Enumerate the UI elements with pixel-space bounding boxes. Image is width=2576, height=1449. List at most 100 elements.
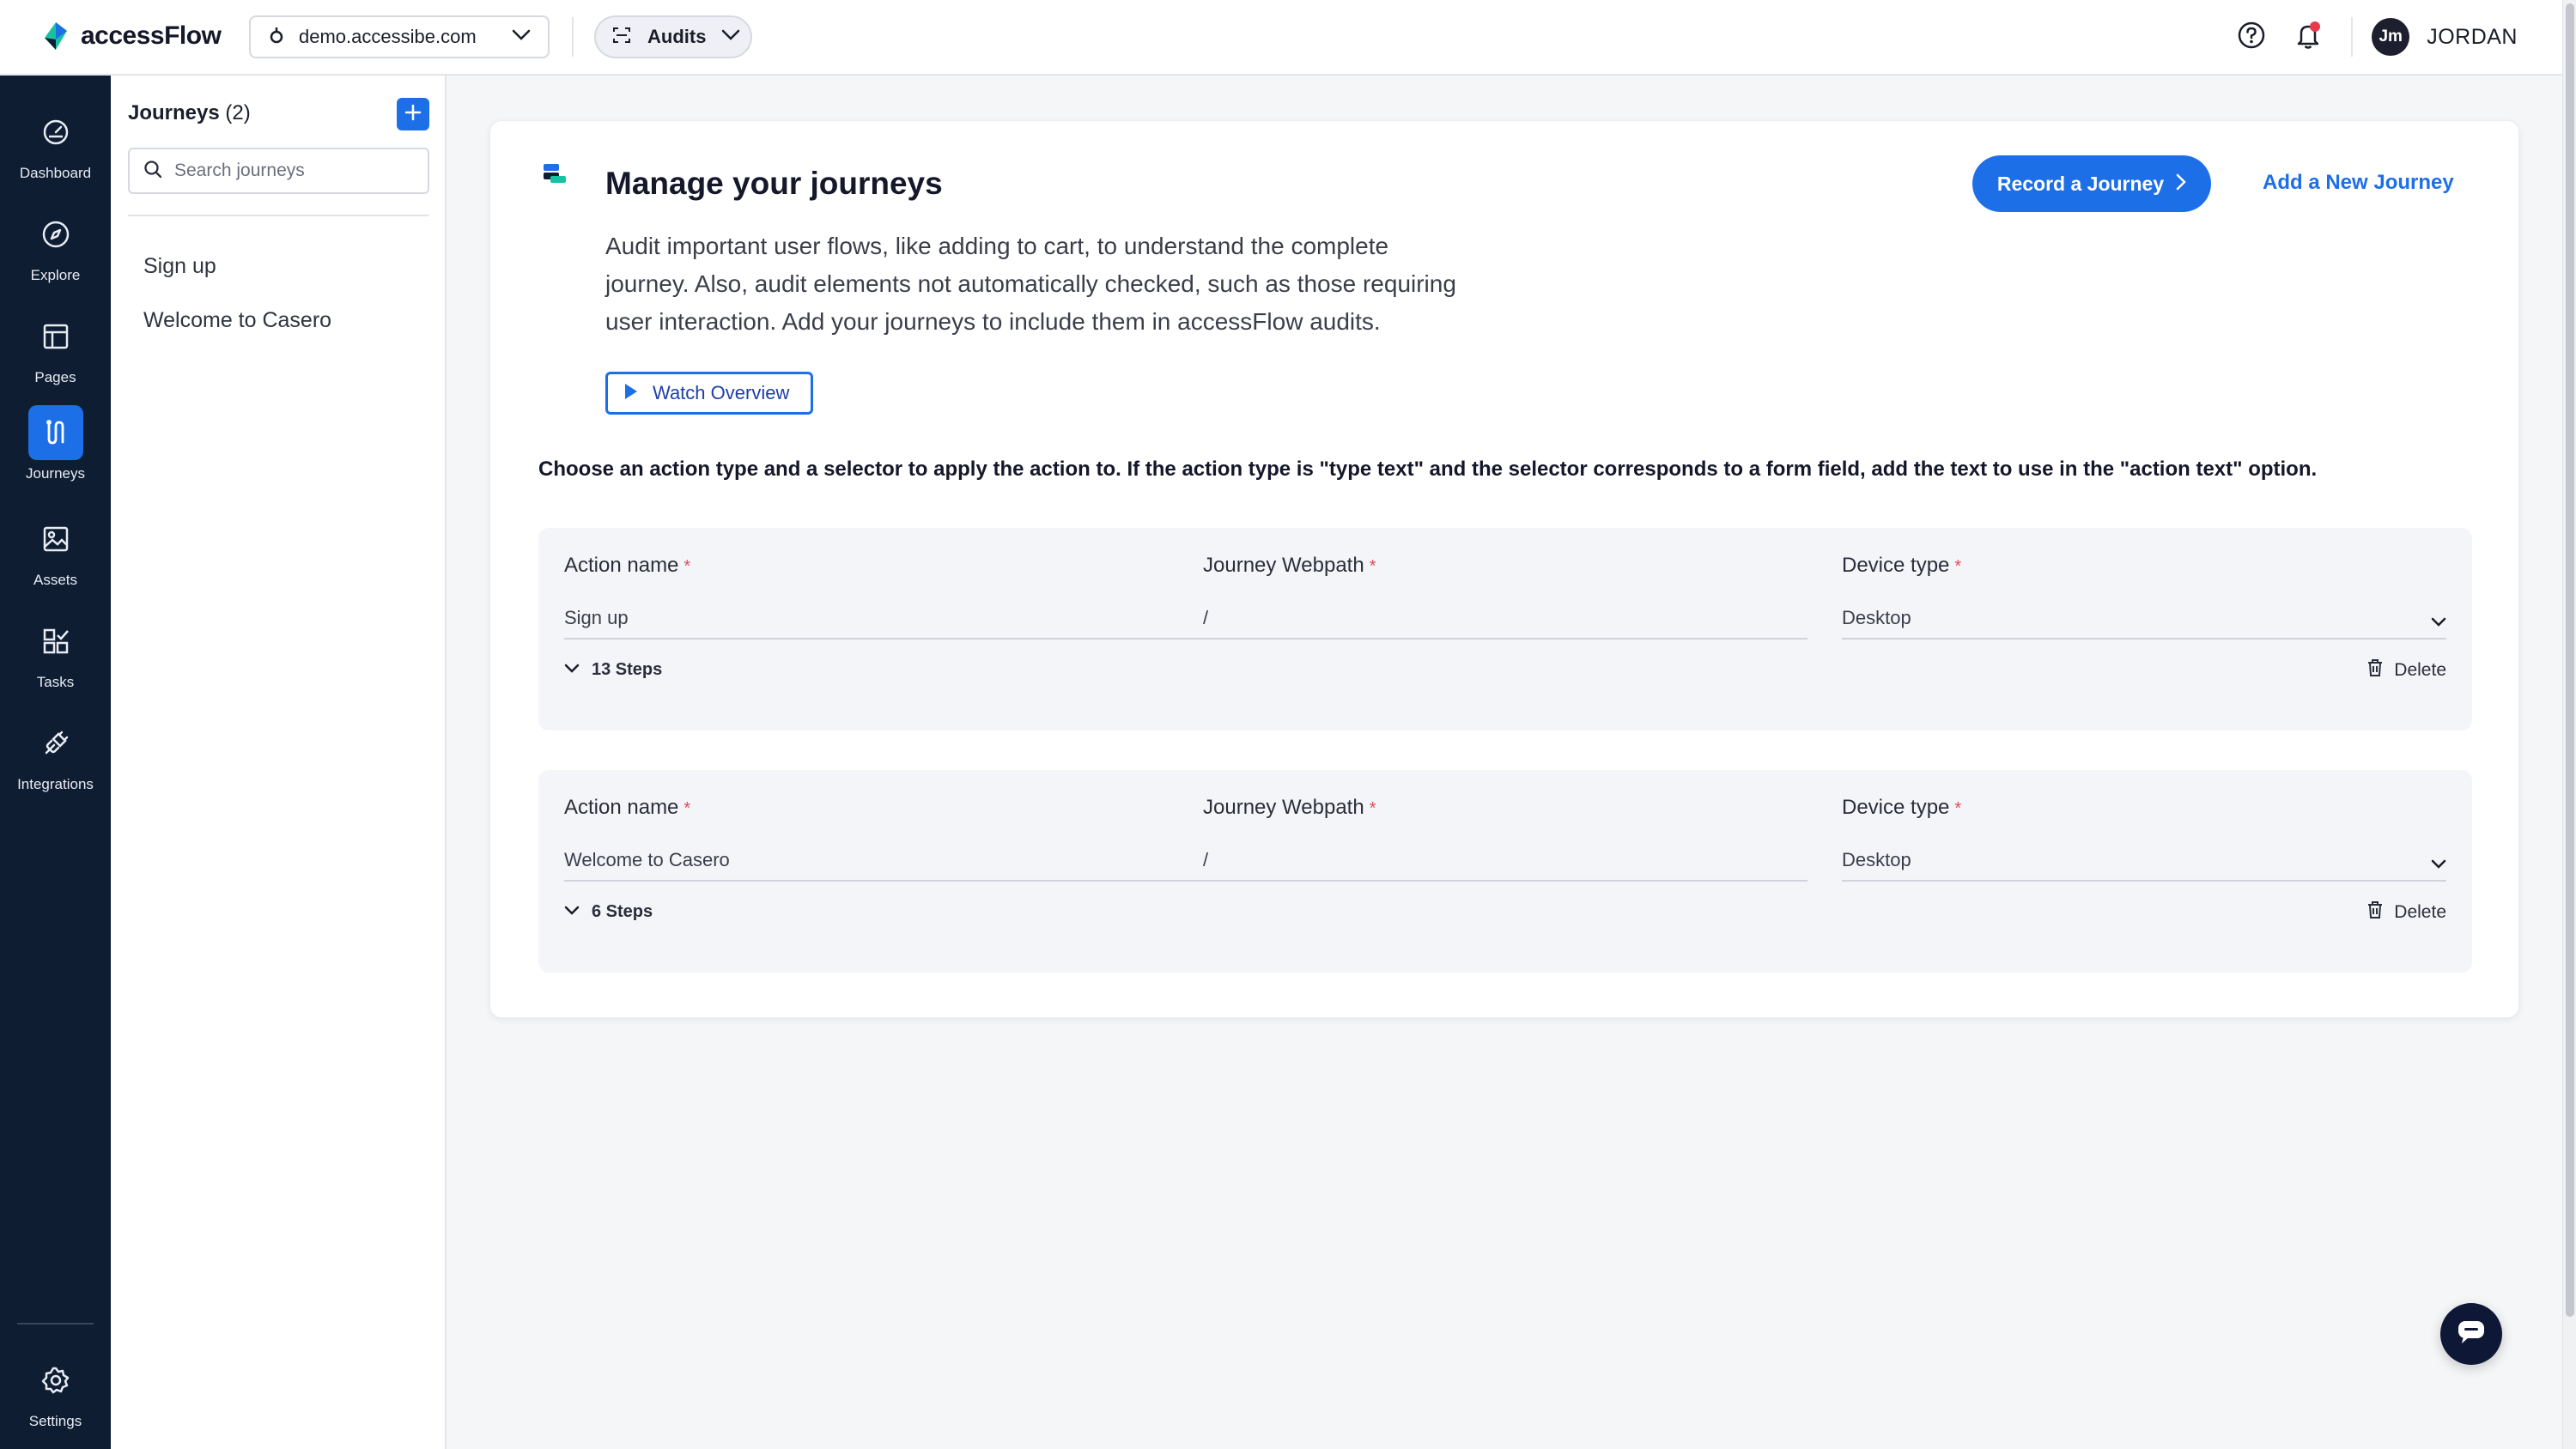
journey-count: (2)	[225, 101, 251, 124]
accessflow-logo-icon	[41, 21, 70, 52]
chevron-down-icon	[564, 663, 580, 678]
main-nav: Dashboard Explore Pages Journeys Assets …	[0, 76, 111, 1449]
field-label: Journey Webpath	[1203, 796, 1364, 819]
required-mark: *	[1369, 557, 1376, 576]
scan-icon	[611, 25, 632, 50]
action-name-input[interactable]: Welcome to Casero	[564, 840, 1203, 882]
gear-icon	[28, 1353, 83, 1408]
nav-label: Dashboard	[19, 165, 92, 181]
required-mark: *	[1954, 799, 1962, 818]
journey-list-item[interactable]: Sign up	[143, 254, 216, 279]
chevron-down-icon	[512, 29, 531, 45]
action-name-input[interactable]: Sign up	[564, 598, 1203, 640]
field-label: Action name	[564, 796, 679, 819]
notifications-button[interactable]	[2287, 16, 2329, 58]
nav-item-tasks[interactable]: Tasks	[0, 614, 111, 691]
help-button[interactable]	[2231, 16, 2272, 58]
delete-label: Delete	[2394, 659, 2446, 680]
panel-divider	[128, 215, 429, 216]
nav-label: Pages	[34, 369, 76, 385]
header-actions: Jm JORDAN	[2231, 15, 2518, 58]
action-name-field: Action name * Sign up	[564, 554, 1203, 640]
device-type-select[interactable]: Desktop	[1842, 840, 2446, 882]
chevron-down-icon	[2431, 610, 2446, 633]
add-new-journey-link[interactable]: Add a New Journey	[2263, 171, 2454, 195]
chat-support-button[interactable]	[2440, 1303, 2502, 1365]
nav-divider	[17, 1323, 94, 1325]
steps-toggle[interactable]: 13 Steps	[564, 660, 662, 680]
play-icon	[623, 382, 639, 405]
field-label: Action name	[564, 554, 679, 577]
layout-icon	[28, 309, 83, 364]
nav-label: Journeys	[26, 465, 85, 482]
record-journey-button[interactable]: Record a Journey	[1972, 155, 2211, 212]
webpath-input[interactable]: /	[1203, 598, 1807, 640]
steps-count: 13 Steps	[592, 660, 663, 679]
header-divider	[572, 17, 574, 57]
field-label: Device type	[1842, 554, 1950, 577]
record-journey-label: Record a Journey	[1996, 172, 2165, 195]
delete-journey-button[interactable]: Delete	[2366, 658, 2446, 682]
header-divider	[2351, 17, 2354, 57]
journey-editor: Action name * Sign up Journey Webpath * / …	[538, 528, 2472, 731]
required-mark: *	[1954, 557, 1962, 576]
nav-item-journeys[interactable]: Journeys	[0, 405, 111, 482]
delete-label: Delete	[2394, 901, 2446, 922]
device-type-select[interactable]: Desktop	[1842, 598, 2446, 640]
watch-overview-button[interactable]: Watch Overview	[605, 372, 813, 415]
delete-journey-button[interactable]: Delete	[2366, 900, 2446, 924]
nav-item-assets[interactable]: Assets	[0, 512, 111, 589]
image-icon	[28, 512, 83, 567]
manage-journeys-card: Manage your journeys Audit important use…	[489, 120, 2519, 1018]
site-icon	[268, 26, 285, 49]
top-bar: accessFlow demo.accessibe.com Audits Jm …	[0, 0, 2562, 76]
plug-icon	[28, 716, 83, 771]
chevron-down-icon	[564, 905, 580, 920]
nav-item-pages[interactable]: Pages	[0, 309, 111, 386]
journey-list-item[interactable]: Welcome to Casero	[143, 308, 331, 333]
tasks-icon	[28, 614, 83, 669]
required-mark: *	[683, 557, 691, 576]
journeys-illustration-icon	[542, 162, 568, 192]
search-box[interactable]	[128, 148, 429, 194]
scrollbar-thumb[interactable]	[2566, 3, 2574, 1317]
nav-item-integrations[interactable]: Integrations	[0, 716, 111, 793]
trash-icon	[2366, 658, 2384, 682]
page-title: Manage your journeys	[605, 166, 943, 201]
webpath-input[interactable]: /	[1203, 840, 1807, 882]
section-select[interactable]: Audits	[594, 15, 752, 58]
accessflow-logo[interactable]: accessFlow	[41, 21, 222, 52]
search-icon	[143, 160, 162, 183]
add-journey-button[interactable]	[397, 98, 429, 130]
domain-value: demo.accessibe.com	[299, 26, 477, 47]
chat-icon	[2457, 1319, 2486, 1349]
journey-icon	[27, 405, 83, 460]
compass-icon	[28, 207, 83, 262]
watch-overview-label: Watch Overview	[653, 382, 790, 403]
chevron-down-icon	[721, 29, 740, 45]
user-name[interactable]: JORDAN	[2427, 25, 2518, 50]
domain-select[interactable]: demo.accessibe.com	[249, 15, 550, 58]
panel-title-text: Journeys	[128, 101, 220, 124]
nav-label: Integrations	[17, 776, 94, 792]
instructions-text: Choose an action type and a selector to …	[538, 458, 2318, 481]
nav-label: Assets	[33, 572, 78, 588]
device-type-value: Desktop	[1842, 607, 1911, 628]
device-type-field: Device type * Desktop	[1842, 554, 2446, 640]
steps-toggle[interactable]: 6 Steps	[564, 902, 653, 922]
avatar[interactable]: Jm	[2372, 18, 2410, 56]
nav-item-explore[interactable]: Explore	[0, 207, 111, 284]
nav-label: Tasks	[36, 674, 75, 690]
nav-item-settings[interactable]: Settings	[0, 1353, 111, 1430]
search-input[interactable]	[174, 161, 415, 181]
journey-editor: Action name * Welcome to Casero Journey W…	[538, 770, 2472, 973]
plus-icon	[404, 103, 422, 126]
nav-item-dashboard[interactable]: Dashboard	[0, 105, 111, 182]
chevron-down-icon	[2431, 852, 2446, 875]
required-mark: *	[683, 799, 691, 818]
section-value: Audits	[647, 26, 707, 47]
journeys-panel: Journeys (2) Sign up Welcome to Casero	[111, 76, 447, 1449]
action-name-field: Action name * Welcome to Casero	[564, 796, 1203, 882]
page-scrollbar[interactable]	[2562, 0, 2576, 1449]
field-label: Device type	[1842, 796, 1950, 819]
